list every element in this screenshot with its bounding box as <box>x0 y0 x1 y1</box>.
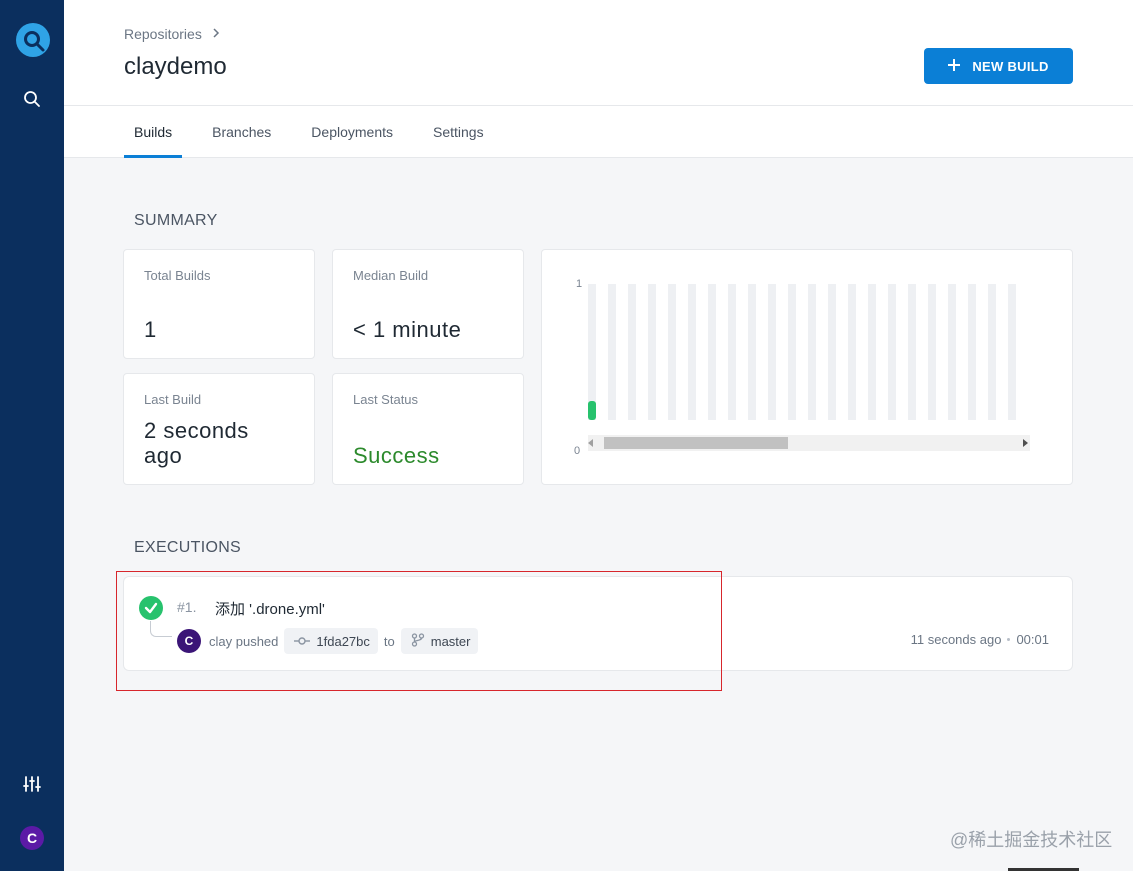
card-label: Median Build <box>353 268 429 283</box>
chart-placeholder-bar <box>708 284 716 420</box>
chart-placeholder-bar <box>788 284 796 420</box>
card-value-line1: 2 seconds <box>144 418 249 443</box>
card-value: < 1 minute <box>353 317 462 342</box>
chart-placeholder-bar <box>808 284 816 420</box>
scrollbar-thumb[interactable] <box>604 437 788 449</box>
search-icon[interactable] <box>21 88 43 110</box>
watermark: @稀土掘金技术社区 <box>950 830 1113 850</box>
tab-branches[interactable]: Branches <box>212 106 271 158</box>
execution-title[interactable]: 添加 '.drone.yml' <box>215 598 325 619</box>
chart-bar-#1[interactable] <box>588 400 596 420</box>
chart-placeholder-bar <box>888 284 896 420</box>
sliders-icon[interactable] <box>21 773 43 795</box>
commit-pill[interactable]: 1fda27bc <box>284 628 378 654</box>
chart-placeholder-bar <box>828 284 836 420</box>
median-build-card: Median Build < 1 minute <box>332 249 524 359</box>
breadcrumb-repositories-link[interactable]: Repositories <box>124 26 202 42</box>
y-axis-min-label: 0 <box>574 445 581 457</box>
chart-placeholder-bar <box>988 284 996 420</box>
build-chart <box>588 284 1016 420</box>
page-title: claydemo <box>124 53 227 80</box>
time-ago: 11 seconds ago <box>910 632 1002 647</box>
chart-placeholder-bar <box>1008 284 1016 420</box>
chart-placeholder-bar <box>688 284 696 420</box>
card-value: 1 <box>144 317 157 342</box>
branch-icon <box>411 632 425 650</box>
author-avatar: C <box>177 629 201 653</box>
chart-placeholder-bar <box>748 284 756 420</box>
total-builds-card: Total Builds 1 <box>123 249 315 359</box>
to-label: to <box>383 633 395 649</box>
chart-placeholder-bar <box>948 284 956 420</box>
commit-icon <box>294 634 311 649</box>
breadcrumb: Repositories <box>124 26 220 42</box>
chart-placeholder-bar <box>908 284 916 420</box>
scroll-left-icon[interactable] <box>588 439 593 447</box>
commit-connector <box>150 621 172 637</box>
new-build-label: NEW BUILD <box>972 58 1049 74</box>
drone-logo-icon[interactable] <box>16 23 50 57</box>
last-status-card: Last Status Success <box>332 373 524 485</box>
duration: 00:01 <box>1016 632 1049 647</box>
chart-placeholder-bar <box>928 284 936 420</box>
chart-placeholder-bar <box>728 284 736 420</box>
executions-title: EXECUTIONS <box>134 539 242 556</box>
new-build-button[interactable]: NEW BUILD <box>924 48 1073 84</box>
execution-number: #1. <box>177 599 197 615</box>
card-label: Last Status <box>353 392 419 407</box>
chart-placeholder-bar <box>648 284 656 420</box>
separator-dot <box>1007 638 1011 641</box>
author-action: clay pushed <box>209 633 279 649</box>
chart-placeholder-bar <box>968 284 976 420</box>
summary-title: SUMMARY <box>134 212 218 229</box>
branch-name: master <box>430 633 471 649</box>
tab-settings[interactable]: Settings <box>433 106 484 158</box>
user-avatar[interactable]: C <box>20 826 44 850</box>
chart-scrollbar[interactable] <box>588 435 1030 451</box>
execution-row[interactable]: #1. 添加 '.drone.yml' C clay pushed 1fda27… <box>123 576 1073 671</box>
card-label: Last Build <box>144 392 202 407</box>
repo-tabs: Builds Branches Deployments Settings <box>124 106 524 158</box>
chart-placeholder-bar <box>588 284 596 420</box>
last-build-card: Last Build 2 seconds ago <box>123 373 315 485</box>
execution-time: 11 seconds ago 00:01 <box>911 632 1049 647</box>
card-value: Success <box>353 443 440 468</box>
scroll-right-icon[interactable] <box>1023 439 1028 447</box>
chart-placeholder-bar <box>668 284 676 420</box>
execution-meta: C clay pushed 1fda27bc to master <box>177 628 479 654</box>
tab-builds[interactable]: Builds <box>124 106 183 158</box>
tab-deployments[interactable]: Deployments <box>311 106 393 158</box>
success-check-icon <box>139 596 163 620</box>
chart-placeholder-bar <box>848 284 856 420</box>
chart-placeholder-bar <box>868 284 876 420</box>
build-duration-chart-card: 1 0 <box>541 249 1073 485</box>
sidebar: C <box>0 0 64 871</box>
chevron-right-icon <box>212 26 220 42</box>
card-label: Total Builds <box>144 268 211 283</box>
commit-hash: 1fda27bc <box>316 633 370 649</box>
card-value-line2: ago <box>144 443 183 468</box>
chart-placeholder-bar <box>628 284 636 420</box>
plus-icon <box>948 58 961 74</box>
chart-placeholder-bar <box>768 284 776 420</box>
y-axis-max-label: 1 <box>576 278 583 290</box>
chart-placeholder-bar <box>608 284 616 420</box>
branch-pill[interactable]: master <box>400 628 479 654</box>
